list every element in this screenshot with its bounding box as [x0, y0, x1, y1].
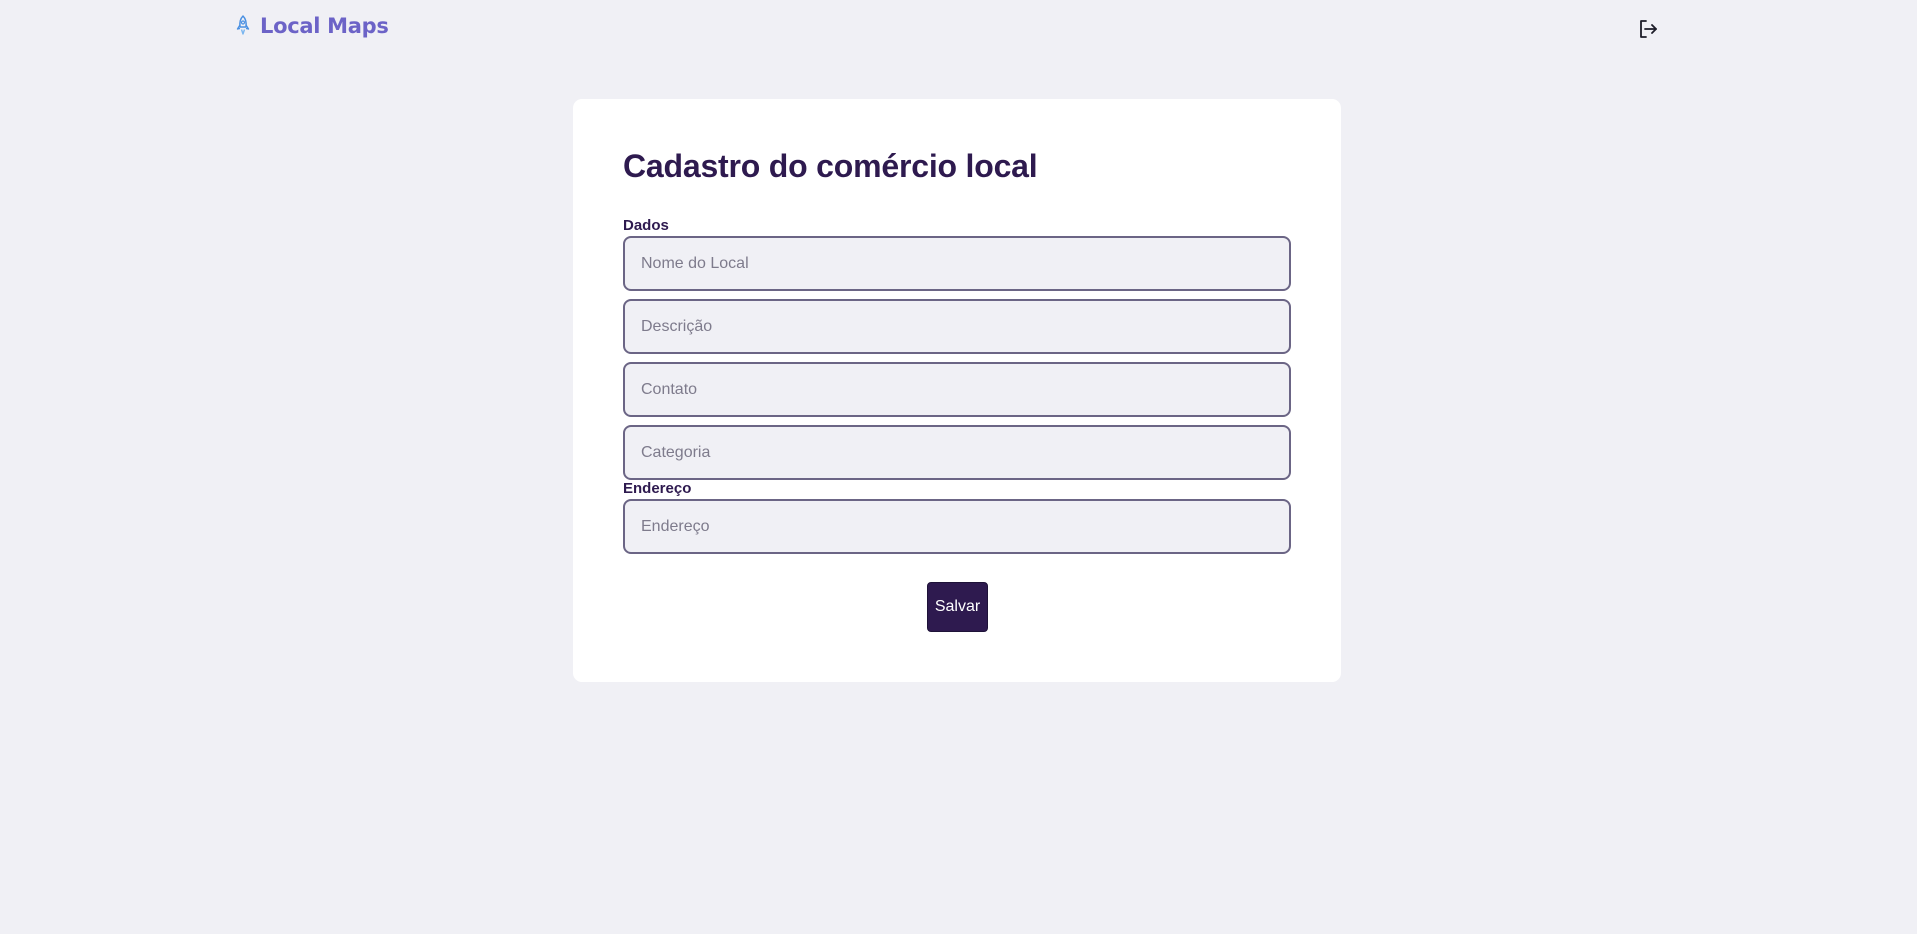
address-input[interactable]	[623, 499, 1291, 554]
section-label-dados: Dados	[623, 217, 669, 234]
page-title: Cadastro do comércio local	[623, 148, 1038, 184]
top-bar: Local Maps	[0, 0, 1917, 60]
brand-logo[interactable]: Local Maps	[234, 14, 389, 38]
section-label-endereco: Endereço	[623, 480, 692, 497]
name-input[interactable]	[623, 236, 1291, 291]
category-input[interactable]	[623, 425, 1291, 480]
brand-name: Local Maps	[260, 14, 389, 38]
logout-icon[interactable]	[1637, 18, 1659, 40]
contact-input[interactable]	[623, 362, 1291, 417]
registration-card: Cadastro do comércio local Dados Endereç…	[573, 99, 1341, 682]
description-input[interactable]	[623, 299, 1291, 354]
rocket-icon	[236, 15, 250, 35]
save-button[interactable]: Salvar	[927, 582, 988, 632]
